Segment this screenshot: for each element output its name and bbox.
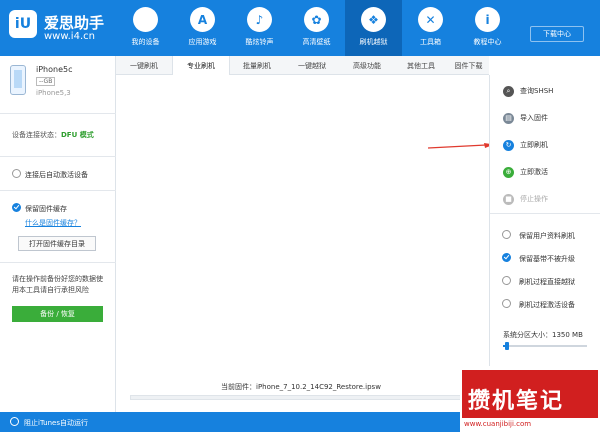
nav-item[interactable]: ♪ 酷炫铃声 bbox=[231, 0, 288, 56]
flash-option[interactable]: 保留用户资料刷机 bbox=[502, 228, 598, 242]
download-center-button[interactable]: 下载中心 bbox=[530, 26, 584, 42]
nav-item-label: 酷炫铃声 bbox=[245, 38, 274, 46]
tab[interactable]: 固件下载 bbox=[448, 56, 489, 75]
action-label: 导入固件 bbox=[520, 114, 548, 122]
partition-size-label: 系统分区大小：1350 MB bbox=[503, 331, 583, 339]
flower-icon: ✿ bbox=[304, 7, 329, 32]
action-label: 立即刷机 bbox=[520, 141, 548, 149]
app-url: www.i4.cn bbox=[44, 31, 95, 42]
apple-icon bbox=[133, 7, 158, 32]
app-name: 爱思助手 bbox=[44, 14, 105, 32]
divider bbox=[0, 190, 116, 191]
nav-item-label: 我的设备 bbox=[131, 38, 160, 46]
action-label: 查询SHSH bbox=[520, 87, 554, 95]
main-nav: 我的设备 A 应用游戏 ♪ 酷炫铃声 ✿ 高清壁纸 ❖ 刷机越狱 ✕ 工具箱 i 教程中心 bbox=[117, 0, 516, 56]
watermark-url: www.cuanjibiji.com bbox=[464, 420, 532, 428]
device-card[interactable]: iPhone5c --GB iPhone5,3 bbox=[0, 56, 116, 114]
tab[interactable]: 批量刷机 bbox=[230, 56, 284, 75]
nav-item[interactable]: A 应用游戏 bbox=[174, 0, 231, 56]
flash-tabs: 一键刷机 专业刷机 批量刷机 一键越狱 高级功能 其他工具 固件下载 bbox=[116, 56, 489, 75]
top-bar: iU 爱思助手 www.i4.cn 我的设备 A 应用游戏 ♪ 酷炫铃声 ✿ 高清壁纸 ❖ 刷机… bbox=[0, 0, 600, 56]
import-icon: ▤ bbox=[503, 112, 514, 124]
nav-item[interactable]: ✿ 高清壁纸 bbox=[288, 0, 345, 56]
action-label: 停止操作 bbox=[520, 195, 548, 203]
current-firmware-label: 当前固件：iPhone_7_10.2_14C92_Restore.ipsw bbox=[221, 383, 381, 391]
watermark-text: 攒机笔记 bbox=[468, 389, 565, 414]
tab[interactable]: 一键刷机 bbox=[116, 56, 172, 75]
app-logo: iU bbox=[9, 10, 37, 38]
nav-item[interactable]: ❖ 刷机越狱 bbox=[345, 0, 402, 56]
stop-icon: ■ bbox=[503, 193, 514, 205]
flash-option-label: 刷机过程激活设备 bbox=[519, 301, 575, 309]
flash-option-radio[interactable] bbox=[502, 253, 511, 262]
backup-restore-button[interactable]: 备份 / 恢复 bbox=[12, 306, 103, 322]
action-button[interactable]: ■ 停止操作 bbox=[490, 186, 600, 212]
flash-icon: ↻ bbox=[503, 139, 514, 151]
watermark-badge: 攒机笔记 bbox=[462, 370, 598, 418]
connection-state: DFU 模式 bbox=[61, 131, 94, 139]
info-icon: i bbox=[475, 7, 500, 32]
action-label: 立即激活 bbox=[520, 168, 548, 176]
connection-status-label: 设备连接状态： bbox=[12, 131, 61, 139]
block-itunes-radio[interactable] bbox=[10, 417, 19, 426]
app-store-icon: A bbox=[190, 7, 215, 32]
watermark: 攒机笔记 www.cuanjibiji.com bbox=[460, 366, 600, 432]
flash-option[interactable]: 刷机过程直接越狱 bbox=[502, 274, 598, 288]
annotation-arrow-line bbox=[428, 144, 487, 149]
nav-item-label: 高清壁纸 bbox=[302, 38, 331, 46]
block-itunes-label: 阻止iTunes自动运行 bbox=[24, 419, 88, 427]
action-button[interactable]: ⊕ 立即激活 bbox=[490, 159, 600, 185]
tools-icon: ✕ bbox=[418, 7, 443, 32]
flash-option-radio[interactable] bbox=[502, 276, 511, 285]
keep-firmware-checkbox[interactable] bbox=[12, 203, 21, 212]
partition-slider-handle[interactable] bbox=[505, 342, 510, 350]
actions-panel: 系统分区大小：1350 MB ⌕ 查询SHSH ▤ 导入固件 ↻ 立即刷机 ⊕ 立即激活 ■ 停止… bbox=[489, 75, 600, 412]
auto-activate-radio[interactable] bbox=[12, 169, 21, 178]
flash-option-label: 刷机过程直接越狱 bbox=[519, 278, 575, 286]
flash-option[interactable]: 保留基带不被升级 bbox=[502, 251, 598, 265]
nav-item-label: 工具箱 bbox=[420, 38, 441, 46]
divider bbox=[490, 213, 600, 214]
globe-icon: ⊕ bbox=[503, 166, 514, 178]
flash-option-radio[interactable] bbox=[502, 299, 511, 308]
bell-icon: ♪ bbox=[247, 7, 272, 32]
auto-activate-label: 连接后自动激活设备 bbox=[25, 171, 88, 179]
dropbox-icon: ❖ bbox=[361, 7, 386, 32]
action-button[interactable]: ⌕ 查询SHSH bbox=[490, 78, 600, 104]
device-sidebar: iPhone5c --GB iPhone5,3 设备连接状态：DFU 模式 连接… bbox=[0, 56, 116, 412]
device-model: iPhone5,3 bbox=[36, 89, 71, 97]
tab[interactable]: 专业刷机 bbox=[172, 56, 230, 75]
annotation-arrow bbox=[428, 143, 494, 149]
tab[interactable]: 高级功能 bbox=[340, 56, 394, 75]
device-storage: --GB bbox=[36, 77, 56, 86]
nav-item[interactable]: ✕ 工具箱 bbox=[402, 0, 459, 56]
open-cache-dir-button[interactable]: 打开固件缓存目录 bbox=[18, 236, 96, 251]
flash-option[interactable]: 刷机过程激活设备 bbox=[502, 297, 598, 311]
backup-note: 请在操作前备份好您的数据使用本工具请自行承担风险 bbox=[12, 275, 103, 294]
tab[interactable]: 其他工具 bbox=[394, 56, 448, 75]
tab[interactable]: 一键越狱 bbox=[284, 56, 340, 75]
main-panel: 当前固件：iPhone_7_10.2_14C92_Restore.ipsw bbox=[116, 75, 489, 412]
divider bbox=[0, 156, 116, 157]
flash-option-label: 保留用户资料刷机 bbox=[519, 232, 575, 240]
nav-item[interactable]: 我的设备 bbox=[117, 0, 174, 56]
partition-size-slider[interactable] bbox=[503, 342, 587, 350]
action-button[interactable]: ▤ 导入固件 bbox=[490, 105, 600, 131]
keep-firmware-label: 保留固件缓存 bbox=[25, 205, 67, 213]
nav-item-label: 刷机越狱 bbox=[359, 38, 388, 46]
search-icon: ⌕ bbox=[503, 85, 514, 97]
nav-item-label: 应用游戏 bbox=[188, 38, 217, 46]
what-is-cache-link[interactable]: 什么是固件缓存？ bbox=[25, 218, 81, 228]
device-name: iPhone5c bbox=[36, 65, 73, 74]
divider bbox=[0, 262, 116, 263]
flash-option-label: 保留基带不被升级 bbox=[519, 255, 575, 263]
flash-progress-bar bbox=[130, 395, 478, 400]
flash-option-radio[interactable] bbox=[502, 230, 511, 239]
connection-status: 设备连接状态：DFU 模式 bbox=[12, 130, 94, 140]
nav-item[interactable]: i 教程中心 bbox=[459, 0, 516, 56]
phone-icon bbox=[10, 65, 26, 95]
nav-item-label: 教程中心 bbox=[473, 38, 502, 46]
action-button[interactable]: ↻ 立即刷机 bbox=[490, 132, 600, 158]
